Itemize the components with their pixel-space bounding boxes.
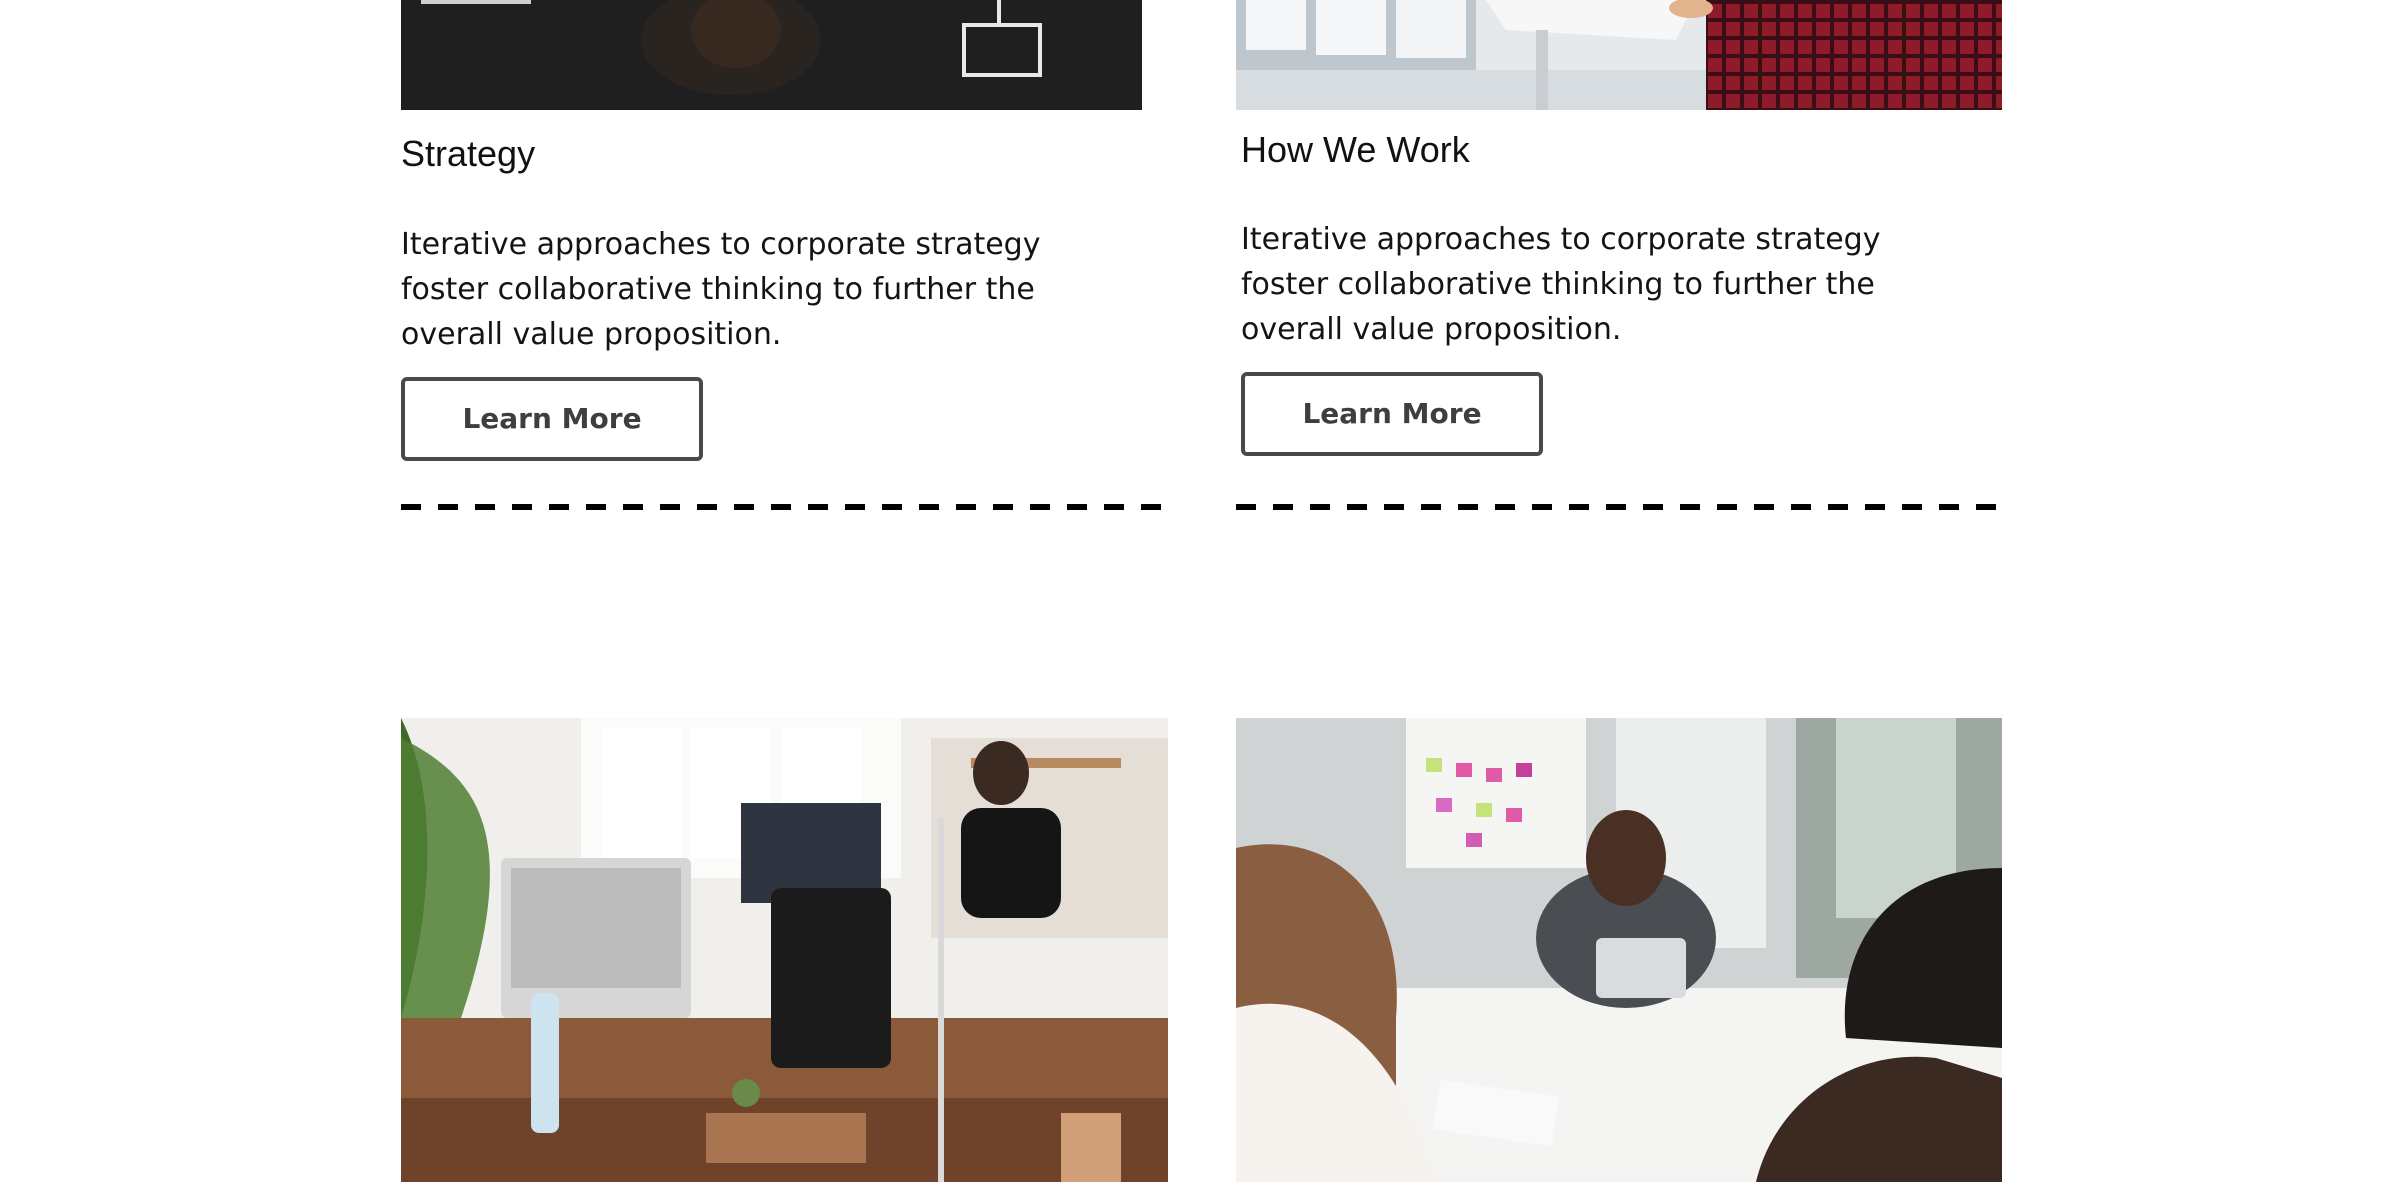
how-we-work-image <box>1236 0 2002 110</box>
strategy-image <box>401 0 1142 110</box>
card-title: How We Work <box>1241 129 1470 170</box>
office-photo <box>401 718 1168 1182</box>
team-meeting-image <box>1236 718 2002 1182</box>
card-description: Iterative approaches to corporate strate… <box>401 227 1041 352</box>
services-page: Strategy Iterative approaches to corpora… <box>0 0 2402 1182</box>
meeting-photo <box>1236 718 2002 1182</box>
office-desks-image <box>401 718 1168 1182</box>
dashed-divider <box>401 504 1169 510</box>
learn-more-button[interactable]: Learn More <box>1241 372 1543 456</box>
learn-more-button[interactable]: Learn More <box>401 377 703 461</box>
whiteboard-presentation-photo <box>1236 0 2002 110</box>
card-description: Iterative approaches to corporate strate… <box>1241 222 1881 347</box>
card-title: Strategy <box>401 133 536 174</box>
dashed-divider <box>1236 504 2002 510</box>
chalkboard-photo <box>401 0 1142 110</box>
